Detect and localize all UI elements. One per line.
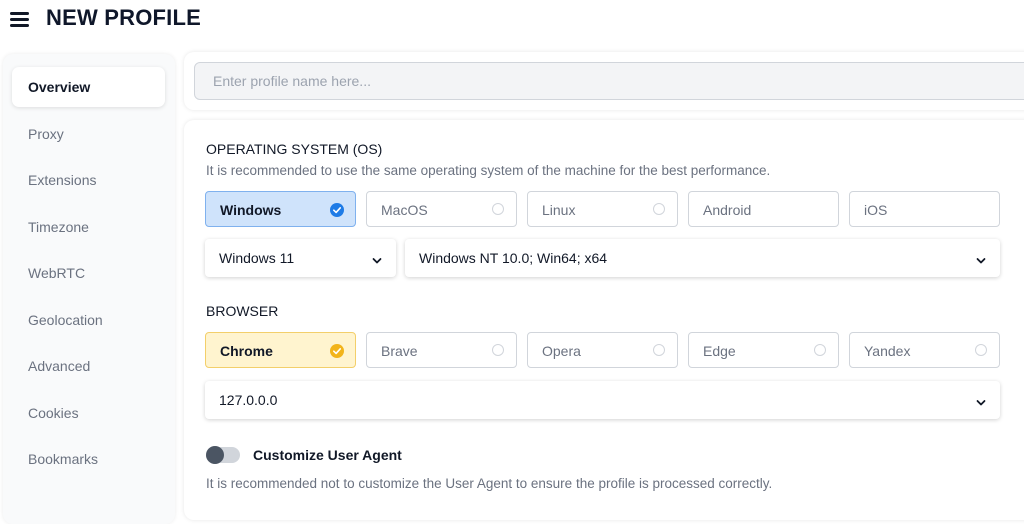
sidebar-item-geolocation[interactable]: Geolocation [12, 300, 165, 340]
sidebar-item-timezone[interactable]: Timezone [12, 207, 165, 247]
browser-option-chrome[interactable]: Chrome [205, 332, 356, 368]
check-circle-icon [330, 203, 344, 217]
sidebar-item-label: Bookmarks [28, 451, 99, 467]
sidebar-item-proxy[interactable]: Proxy [12, 114, 165, 154]
os-section-title: OPERATING SYSTEM (OS) [206, 141, 383, 157]
sidebar-item-label: Timezone [28, 219, 89, 235]
radio-circle-icon [653, 203, 665, 215]
os-section-description: It is recommended to use the same operat… [206, 163, 771, 178]
settings-card: OPERATING SYSTEM (OS) It is recommended … [184, 120, 1024, 520]
browser-version-select[interactable]: 127.0.0.0 [205, 381, 1000, 419]
sidebar-item-label: Extensions [28, 172, 97, 188]
sidebar-item-label: Advanced [28, 358, 91, 374]
os-version-select[interactable]: Windows 11 [205, 239, 396, 277]
browser-option-edge[interactable]: Edge [688, 332, 839, 368]
sidebar-item-extensions[interactable]: Extensions [12, 160, 165, 200]
hamburger-menu-icon[interactable] [10, 10, 30, 28]
toggle-knob [206, 446, 224, 464]
sidebar-item-cookies[interactable]: Cookies [12, 393, 165, 433]
sidebar-item-label: Geolocation [28, 312, 103, 328]
sidebar-item-label: Proxy [28, 126, 64, 142]
browser-option-brave[interactable]: Brave [366, 332, 517, 368]
sidebar-item-label: Cookies [28, 405, 79, 421]
os-platform-select[interactable]: Windows NT 10.0; Win64; x64 [405, 239, 1000, 277]
sidebar-item-label: Overview [28, 79, 91, 95]
page-title: NEW PROFILE [46, 5, 201, 30]
chevron-down-icon [976, 253, 986, 264]
browser-option-label: Yandex [864, 343, 911, 359]
browser-option-label: Edge [703, 343, 736, 359]
check-circle-icon [330, 344, 344, 358]
customize-user-agent-toggle[interactable] [206, 446, 240, 464]
top-bar: NEW PROFILE [0, 0, 1024, 40]
user-agent-description: It is recommended not to customize the U… [206, 476, 773, 491]
profile-name-card [184, 52, 1024, 110]
os-platform-value: Windows NT 10.0; Win64; x64 [419, 250, 608, 266]
sidebar-item-bookmarks[interactable]: Bookmarks [12, 439, 165, 479]
radio-circle-icon [492, 203, 504, 215]
browser-option-opera[interactable]: Opera [527, 332, 678, 368]
customize-user-agent-label: Customize User Agent [253, 447, 402, 463]
profile-name-input[interactable] [194, 62, 1024, 100]
browser-option-label: Chrome [220, 343, 273, 359]
browser-option-yandex[interactable]: Yandex [849, 332, 1000, 368]
os-option-label: Windows [220, 202, 282, 218]
os-version-value: Windows 11 [219, 250, 295, 266]
os-option-linux[interactable]: Linux [527, 191, 678, 227]
browser-option-label: Opera [542, 343, 581, 359]
sidebar-item-webrtc[interactable]: WebRTC [12, 253, 165, 293]
os-option-android[interactable]: Android [688, 191, 839, 227]
chevron-down-icon [976, 395, 986, 406]
radio-circle-icon [653, 344, 665, 356]
sidebar: Overview Proxy Extensions Timezone WebRT… [3, 54, 175, 524]
sidebar-item-label: WebRTC [28, 265, 86, 281]
sidebar-item-advanced[interactable]: Advanced [12, 346, 165, 386]
browser-section-title: BROWSER [206, 303, 279, 319]
sidebar-item-overview[interactable]: Overview [12, 67, 165, 107]
os-option-label: Android [703, 202, 752, 218]
os-option-label: Linux [542, 202, 576, 218]
radio-circle-icon [492, 344, 504, 356]
chevron-down-icon [372, 253, 382, 264]
os-option-label: MacOS [381, 202, 428, 218]
radio-circle-icon [975, 344, 987, 356]
radio-circle-icon [814, 344, 826, 356]
browser-version-value: 127.0.0.0 [219, 392, 278, 408]
os-option-macos[interactable]: MacOS [366, 191, 517, 227]
os-option-ios[interactable]: iOS [849, 191, 1000, 227]
os-option-windows[interactable]: Windows [205, 191, 356, 227]
browser-option-label: Brave [381, 343, 418, 359]
os-option-label: iOS [864, 202, 888, 218]
